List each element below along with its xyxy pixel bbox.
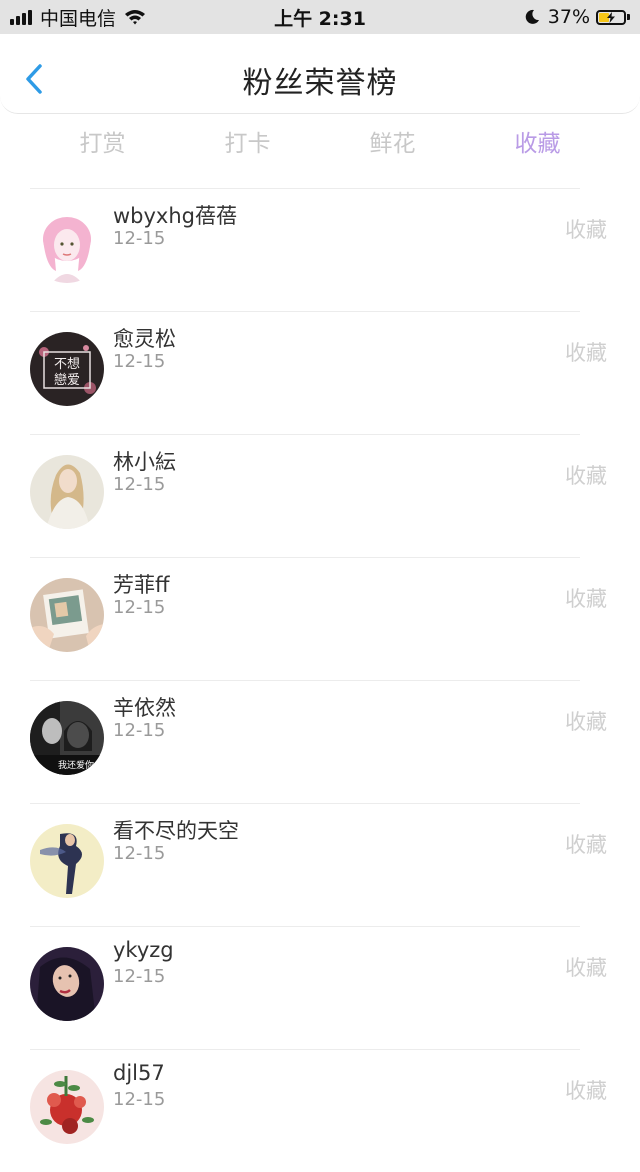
avatar-caption: 我还爱你 [58,759,94,771]
tab-flowers[interactable]: 鲜花 [320,124,465,164]
avatar-illustrated-pink-hair [30,209,104,283]
battery-percent: 37% [547,6,590,28]
list-item[interactable]: 芳菲ff 12-15 收藏 [0,557,640,680]
favorite-label[interactable]: 收藏 [565,337,607,367]
avatar-text-1: 不想 [54,356,80,372]
status-bar: 中国电信 上午 2:31 37% [0,0,640,34]
fan-name: ykyzg [113,938,174,962]
list-item[interactable]: 我还爱你 辛依然 12-15 收藏 [0,680,640,803]
list-item[interactable]: 看不尽的天空 12-15 收藏 [0,803,640,926]
avatar [30,578,104,652]
fan-list: wbyxhg蓓蓓 12-15 收藏 不想 戀爱 愈灵松 12-15 收藏 林小紜… [0,188,640,1172]
battery-cap [627,14,630,20]
tab-checkin[interactable]: 打卡 [175,124,320,164]
fan-name: 看不尽的天空 [113,819,239,843]
fan-date: 12-15 [113,228,166,249]
row-divider [30,803,580,804]
row-divider [30,434,580,435]
row-divider [30,680,580,681]
tab-bar: 打赏 打卡 鲜花 收藏 [30,124,610,164]
fan-date: 12-15 [113,474,166,495]
avatar-photo-woman-blonde [30,455,104,529]
moon-icon [525,9,539,24]
avatar [30,455,104,529]
favorite-label[interactable]: 收藏 [565,460,607,490]
avatar [30,209,104,283]
avatar-photo-flowers [30,1070,104,1144]
row-divider [30,926,580,927]
fan-name: 愈灵松 [113,327,176,351]
avatar: 我还爱你 [30,701,104,775]
list-item[interactable]: 林小紜 12-15 收藏 [0,434,640,557]
fan-name: 林小紜 [113,450,176,474]
avatar: 不想 戀爱 [30,332,104,406]
list-item[interactable]: 不想 戀爱 愈灵松 12-15 收藏 [0,311,640,434]
row-divider [30,557,580,558]
avatar-text-image: 不想 戀爱 [30,332,104,406]
favorite-label[interactable]: 收藏 [565,952,607,982]
avatar-text-2: 戀爱 [54,372,80,388]
fan-date: 12-15 [113,720,166,741]
fan-name: wbyxhg蓓蓓 [113,204,238,228]
tab-favorites[interactable]: 收藏 [465,124,610,164]
fan-name: djl57 [113,1061,165,1085]
favorite-label[interactable]: 收藏 [565,214,607,244]
row-divider [30,1049,580,1050]
favorite-label[interactable]: 收藏 [565,829,607,859]
avatar [30,1070,104,1144]
fan-name: 辛依然 [113,696,176,720]
charging-bolt-icon [607,11,615,23]
list-item[interactable]: djl57 12-15 收藏 [0,1049,640,1172]
favorite-label[interactable]: 收藏 [565,583,607,613]
avatar [30,947,104,1021]
fan-date: 12-15 [113,351,166,372]
fan-date: 12-15 [113,597,166,618]
tab-reward[interactable]: 打赏 [30,124,175,164]
row-divider [30,188,580,189]
status-right: 37% [524,0,630,34]
fan-name: 芳菲ff [113,573,170,597]
avatar-photo-polaroid [30,578,104,652]
avatar-photo-dancer [30,824,104,898]
fan-date: 12-15 [113,843,166,864]
list-item[interactable]: wbyxhg蓓蓓 12-15 收藏 [0,188,640,311]
favorite-label[interactable]: 收藏 [565,706,607,736]
fan-date: 12-15 [113,966,166,987]
favorite-label[interactable]: 收藏 [565,1075,607,1105]
list-item[interactable]: ykyzg 12-15 收藏 [0,926,640,1049]
nav-bar: 粉丝荣誉榜 [0,34,640,114]
fan-date: 12-15 [113,1089,166,1110]
avatar [30,824,104,898]
page-title: 粉丝荣誉榜 [242,66,398,101]
battery-icon [596,9,626,25]
avatar-photo-bw: 我还爱你 [30,701,104,775]
avatar-photo-woman-dark [30,947,104,1021]
row-divider [30,311,580,312]
